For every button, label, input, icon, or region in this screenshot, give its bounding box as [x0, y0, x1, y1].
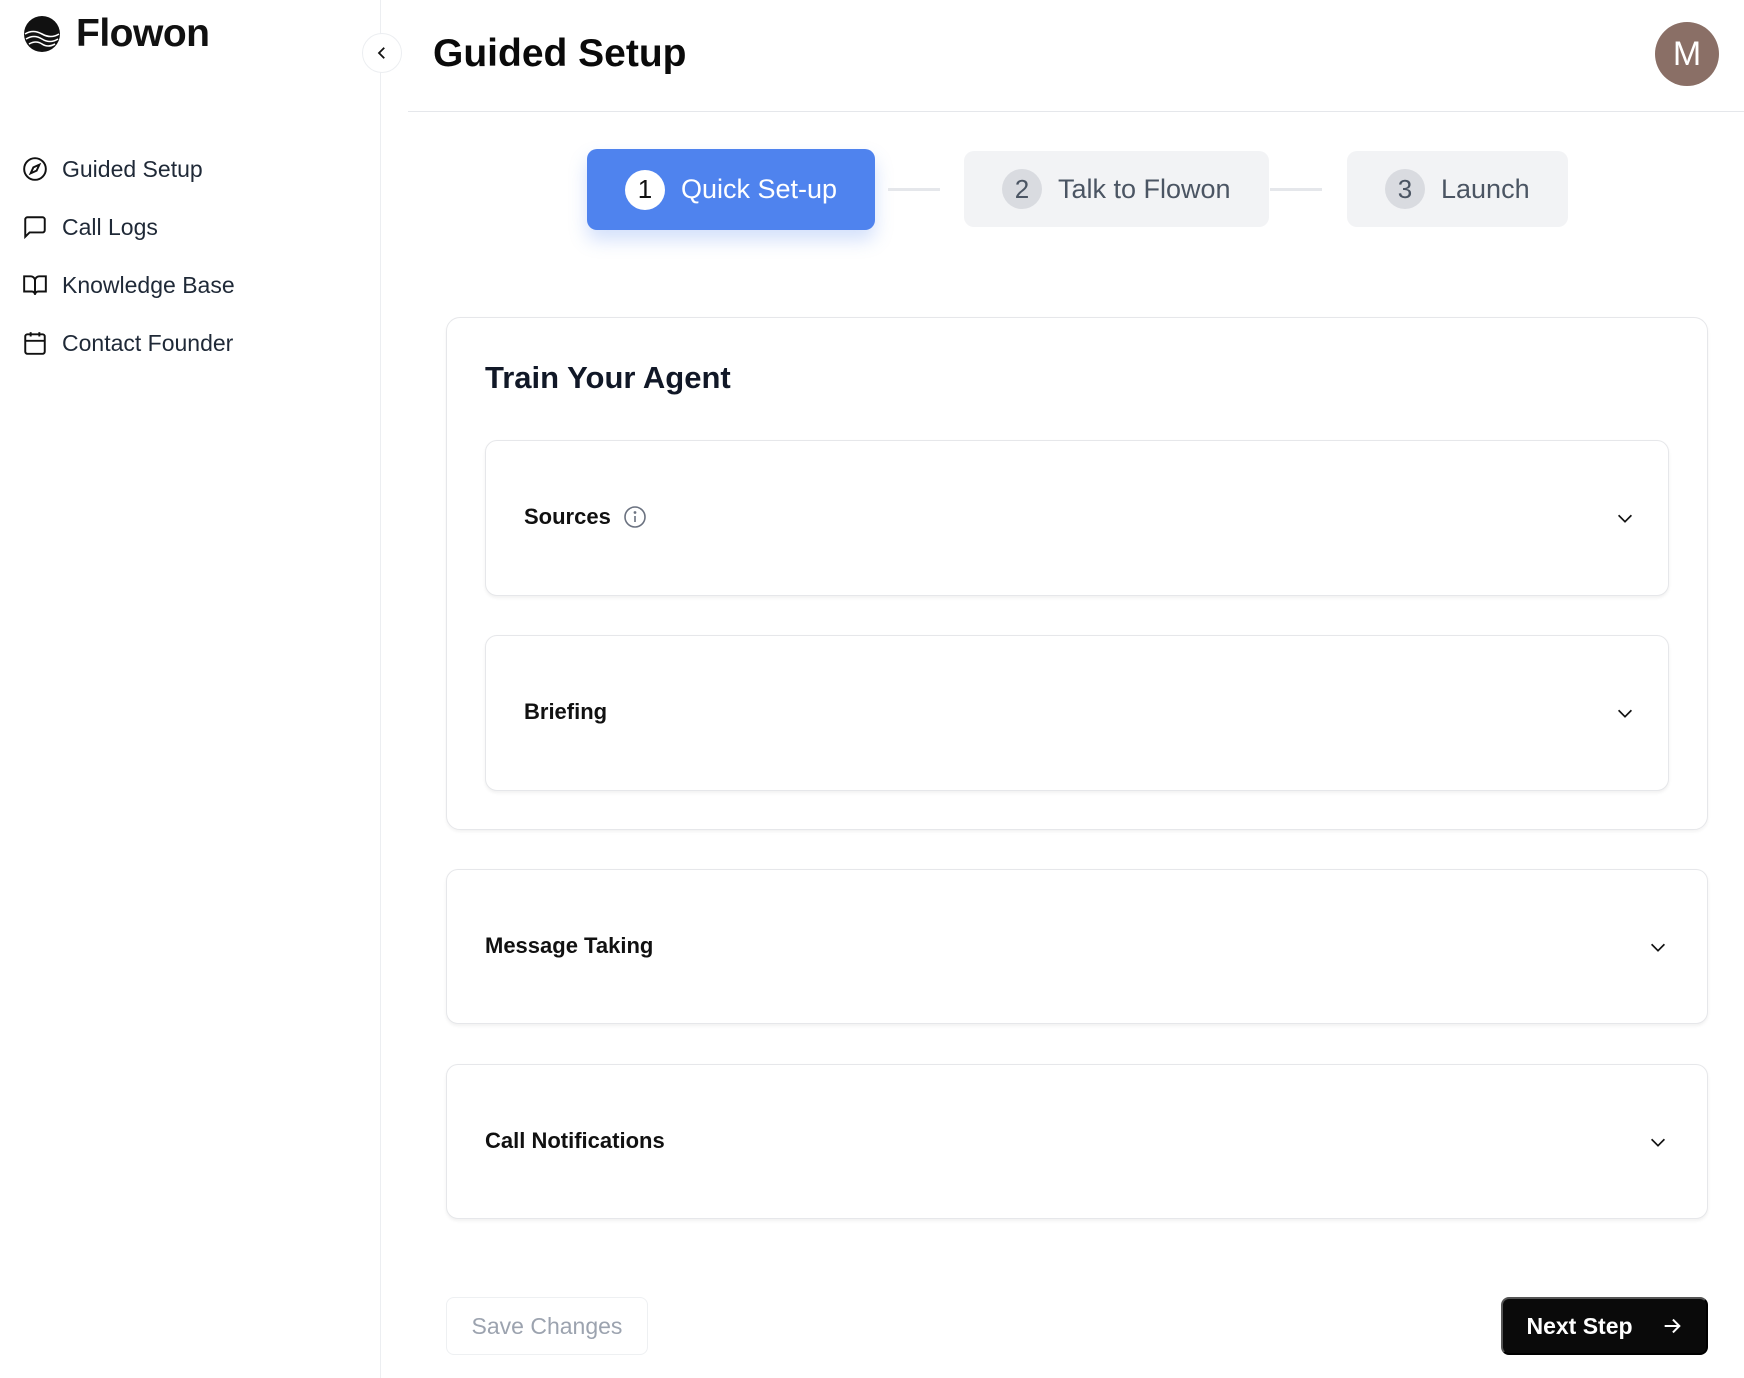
page-title: Guided Setup: [433, 32, 687, 75]
step-connector: [1270, 188, 1322, 191]
next-step-button[interactable]: Next Step: [1501, 1297, 1708, 1355]
accordion-label: Sources: [524, 504, 611, 529]
sidebar-item-guided-setup[interactable]: Guided Setup: [22, 140, 235, 198]
info-icon[interactable]: [623, 505, 647, 529]
compass-icon: [23, 157, 47, 181]
step-talk-to-flowon[interactable]: 2 Talk to Flowon: [964, 151, 1269, 227]
sidebar-item-label: Knowledge Base: [62, 271, 235, 298]
page-header: Guided Setup M: [408, 0, 1744, 112]
collapse-sidebar-button[interactable]: [362, 33, 402, 73]
sidebar: Flowon Guided Setup Call Logs Knowledge …: [0, 0, 381, 1378]
accordion-label: Briefing: [524, 699, 608, 724]
sidebar-item-label: Guided Setup: [62, 155, 203, 182]
train-agent-title: Train Your Agent: [485, 360, 731, 395]
step-number: 2: [1002, 169, 1042, 209]
accordion-sources[interactable]: Sources: [485, 440, 1669, 596]
calendar-icon: [24, 332, 46, 355]
brand[interactable]: Flowon: [22, 12, 210, 56]
avatar[interactable]: M: [1655, 22, 1719, 86]
step-connector: [888, 188, 940, 191]
brand-name: Flowon: [76, 12, 210, 55]
avatar-initial: M: [1672, 34, 1702, 73]
sidebar-item-call-logs[interactable]: Call Logs: [22, 198, 235, 256]
save-changes-button[interactable]: Save Changes: [446, 1297, 648, 1355]
accordion-label: Call Notifications: [485, 1128, 665, 1153]
step-label: Talk to Flowon: [1058, 173, 1231, 204]
accordion-message-taking[interactable]: Message Taking: [446, 869, 1708, 1024]
step-label: Launch: [1441, 173, 1530, 204]
step-number: 3: [1385, 169, 1425, 209]
accordion-briefing[interactable]: Briefing: [485, 635, 1669, 791]
step-launch[interactable]: 3 Launch: [1347, 151, 1568, 227]
chevron-down-icon: [1617, 709, 1633, 718]
step-number: 1: [625, 169, 665, 210]
chevron-down-icon: [1650, 943, 1666, 952]
accordion-label: Message Taking: [485, 933, 654, 958]
arrow-right-icon: [1664, 1318, 1681, 1334]
wave-sphere-icon: [24, 16, 60, 52]
app-root: Flowon Guided Setup Call Logs Knowledge …: [0, 0, 1744, 1378]
sidebar-item-label: Call Logs: [62, 213, 158, 240]
message-square-icon: [24, 216, 46, 240]
sidebar-item-contact-founder[interactable]: Contact Founder: [22, 314, 235, 372]
chevron-left-icon: [377, 47, 385, 59]
book-open-icon: [23, 275, 47, 295]
sidebar-item-label: Contact Founder: [62, 329, 234, 356]
chevron-down-icon: [1650, 1138, 1666, 1147]
sidebar-item-knowledge-base[interactable]: Knowledge Base: [22, 256, 235, 314]
step-quick-setup[interactable]: 1 Quick Set-up: [587, 149, 876, 230]
next-step-label: Next Step: [1526, 1312, 1633, 1339]
train-agent-card: Train Your Agent Sources Briefing: [446, 317, 1708, 830]
accordion-call-notifications[interactable]: Call Notifications: [446, 1064, 1708, 1219]
chevron-down-icon: [1617, 514, 1633, 523]
step-label: Quick Set-up: [681, 174, 838, 204]
sidebar-nav: Guided Setup Call Logs Knowledge Base Co…: [22, 140, 235, 372]
